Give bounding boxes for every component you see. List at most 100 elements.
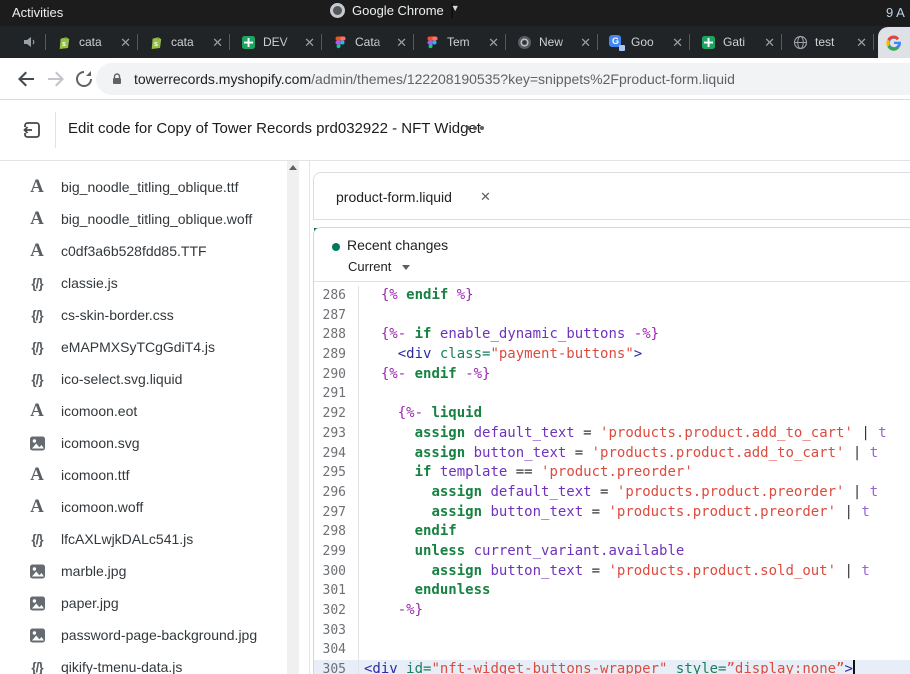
code-line[interactable]: 290 {%- endif -%} — [314, 365, 910, 385]
file-list-item[interactable]: Aicomoon.eot — [0, 395, 286, 427]
browser-tab[interactable]: s cata ✕ — [138, 26, 230, 58]
file-list-item[interactable]: {/}ico-select.svg.liquid — [0, 363, 286, 395]
code-file-icon: {/} — [26, 372, 48, 387]
tab-separator — [413, 34, 414, 50]
code-line[interactable]: 299 unless current_variant.available — [314, 542, 910, 562]
line-number: 298 — [314, 522, 359, 542]
file-list-item[interactable]: Ac0df3a6b528fdd85.TTF — [0, 235, 286, 267]
file-list-item[interactable]: {/}eMAPMXSyTCgGdiT4.js — [0, 331, 286, 363]
code-line[interactable]: 303 — [314, 621, 910, 641]
close-icon[interactable]: ✕ — [120, 36, 131, 49]
file-list-item[interactable]: marble.jpg — [0, 555, 286, 587]
close-icon[interactable]: ✕ — [488, 36, 499, 49]
code-line[interactable]: 295 if template == 'product.preorder' — [314, 463, 910, 483]
browser-tab-title: Tem — [447, 35, 484, 49]
code-text: assign button_text = 'products.product.p… — [359, 503, 870, 523]
file-list-item[interactable]: icomoon.svg — [0, 427, 286, 459]
code-text: assign default_text = 'products.product.… — [359, 424, 887, 444]
browser-tab[interactable]: scata✕ — [46, 26, 138, 58]
browser-tab[interactable]: New✕ — [506, 26, 598, 58]
code-line[interactable]: 288 {%- if enable_dynamic_buttons -%} — [314, 325, 910, 345]
browser-tab[interactable]: DEV ✕ — [230, 26, 322, 58]
code-line[interactable]: 293 assign default_text = 'products.prod… — [314, 424, 910, 444]
app-menu[interactable]: Google Chrome ▼ — [330, 3, 453, 18]
chrome-gray-icon — [517, 35, 532, 50]
code-line[interactable]: 302 -%} — [314, 601, 910, 621]
code-line[interactable]: 289 <div class="payment-buttons"> — [314, 345, 910, 365]
version-dropdown[interactable]: Current — [348, 259, 391, 274]
exit-code-editor-icon[interactable] — [20, 118, 44, 142]
address-bar[interactable]: towerrecords.myshopify.com/admin/themes/… — [96, 63, 910, 95]
scroll-up-icon[interactable] — [289, 165, 297, 170]
file-list-item[interactable]: {/}lfcAXLwjkDALc541.js — [0, 523, 286, 555]
file-list-item[interactable]: Abig_noodle_titling_oblique.woff — [0, 203, 286, 235]
close-icon[interactable]: ✕ — [580, 36, 591, 49]
browser-tab[interactable]: Cata✕ — [322, 26, 414, 58]
code-line[interactable]: 287 — [314, 306, 910, 326]
code-line[interactable]: 291 — [314, 384, 910, 404]
file-list-item[interactable]: password-page-background.jpg — [0, 619, 286, 651]
url-path: /admin/themes/122208190535?key=snippets%… — [311, 71, 735, 87]
code-line[interactable]: 292 {%- liquid — [314, 404, 910, 424]
sheets-icon — [701, 35, 716, 50]
editor-tab-product-form[interactable]: product-form.liquid ✕ — [314, 173, 491, 220]
close-icon[interactable]: ✕ — [480, 189, 491, 205]
code-line[interactable]: 286 {% endif %} — [314, 286, 910, 306]
file-list-item[interactable]: Abig_noodle_titling_oblique.ttf — [0, 171, 286, 203]
page-title: Edit code for Copy of Tower Records prd0… — [68, 120, 481, 137]
close-icon[interactable]: ✕ — [396, 36, 407, 49]
browser-tab[interactable]: Tem ✕ — [414, 26, 506, 58]
close-icon[interactable]: ✕ — [212, 36, 223, 49]
code-text: assign button_text = 'products.product.a… — [359, 444, 878, 464]
file-name: icomoon.ttf — [61, 467, 129, 483]
browser-tab-title: cata — [171, 35, 208, 49]
file-list-item[interactable]: paper.jpg — [0, 587, 286, 619]
editor-card: Recent changes Current 286 {% endif %}28… — [313, 227, 910, 674]
back-icon[interactable] — [14, 67, 38, 91]
browser-tab-active[interactable] — [878, 27, 910, 58]
file-list-item[interactable]: {/}cs-skin-border.css — [0, 299, 286, 331]
forward-icon[interactable] — [44, 67, 68, 91]
code-line[interactable]: 305<div id="nft-widget-buttons-wrapper" … — [314, 660, 910, 674]
figma-icon — [425, 35, 440, 50]
file-name: big_noodle_titling_oblique.woff — [61, 211, 252, 227]
browser-tab[interactable]: test✕ — [782, 26, 874, 58]
activities-button[interactable]: Activities — [12, 5, 63, 20]
svg-text:s: s — [154, 41, 158, 48]
close-icon[interactable]: ✕ — [856, 36, 867, 49]
system-clock[interactable]: 9 A — [886, 5, 910, 20]
file-list-item[interactable]: Aicomoon.woff — [0, 491, 286, 523]
browser-tab-title: DEV — [263, 35, 300, 49]
line-number: 300 — [314, 562, 359, 582]
line-number: 290 — [314, 365, 359, 385]
font-file-icon: A — [26, 209, 48, 229]
code-line[interactable]: 304 — [314, 640, 910, 660]
file-list-item[interactable]: {/}qikify-tmenu-data.js — [0, 651, 286, 674]
reload-icon[interactable] — [72, 67, 96, 91]
more-actions-button[interactable] — [466, 126, 484, 130]
browser-tab-title: Goo — [631, 35, 668, 49]
code-line[interactable]: 301 endunless — [314, 581, 910, 601]
partial-list-item[interactable]: A — [0, 161, 286, 171]
browser-tab[interactable]: Gati✕ — [690, 26, 782, 58]
code-line[interactable]: 300 assign button_text = 'products.produ… — [314, 562, 910, 582]
editor-tab-bar: product-form.liquid ✕ — [313, 172, 910, 219]
close-icon[interactable]: ✕ — [764, 36, 775, 49]
font-file-icon: A — [26, 161, 48, 165]
chevron-down-icon[interactable] — [402, 265, 410, 270]
browser-tab[interactable]: GGoo✕ — [598, 26, 690, 58]
file-list-item[interactable]: Aicomoon.ttf — [0, 459, 286, 491]
close-icon[interactable]: ✕ — [304, 36, 315, 49]
tab-separator — [45, 34, 46, 50]
code-line[interactable]: 298 endif — [314, 522, 910, 542]
code-line[interactable]: 294 assign button_text = 'products.produ… — [314, 444, 910, 464]
tab-separator — [505, 34, 506, 50]
file-list-item[interactable]: {/}classie.js — [0, 267, 286, 299]
sidebar-scrollbar[interactable] — [287, 161, 299, 674]
code-text: <div id="nft-widget-buttons-wrapper" sty… — [359, 660, 855, 674]
code-line[interactable]: 296 assign default_text = 'products.prod… — [314, 483, 910, 503]
chevron-down-icon: ▼ — [451, 3, 453, 18]
code-area[interactable]: 286 {% endif %}287288 {%- if enable_dyna… — [314, 283, 910, 674]
code-line[interactable]: 297 assign button_text = 'products.produ… — [314, 503, 910, 523]
close-icon[interactable]: ✕ — [672, 36, 683, 49]
